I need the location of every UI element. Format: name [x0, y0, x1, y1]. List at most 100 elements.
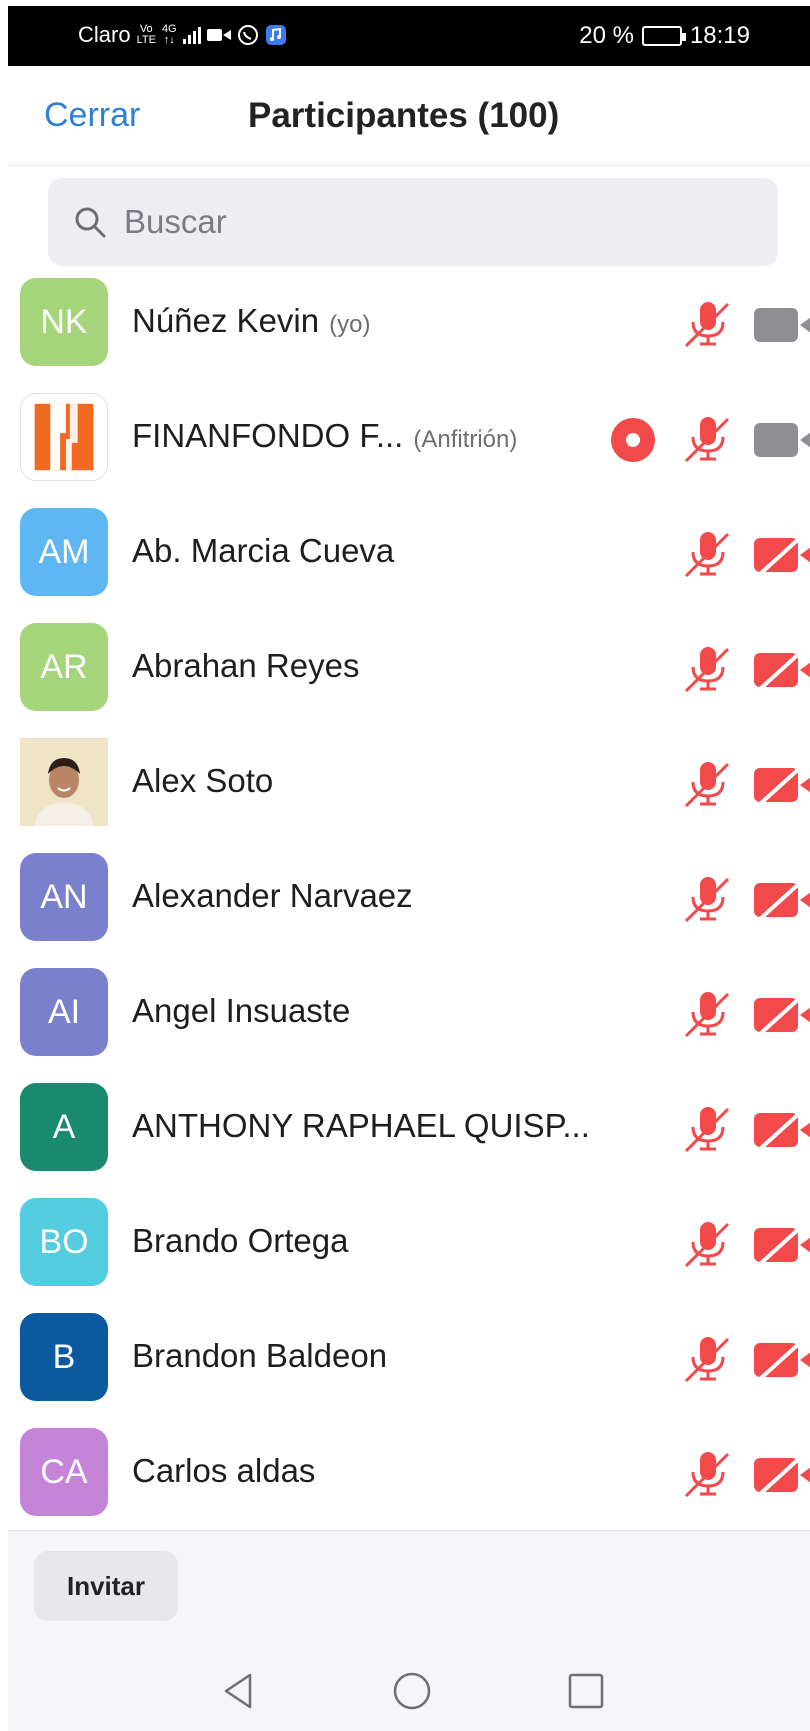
participant-name-text: ANTHONY RAPHAEL QUISP...	[132, 1107, 590, 1144]
participant-name: Abrahan Reyes	[132, 647, 359, 685]
mic-muted-icon	[680, 641, 736, 697]
mic-muted-icon	[680, 1101, 736, 1157]
avatar: AI	[20, 968, 108, 1056]
avatar: AM	[20, 508, 108, 596]
participant-name: Brandon Baldeon	[132, 1337, 387, 1375]
participant-row[interactable]: FINANFONDO F... (Anfitrión)	[0, 381, 810, 496]
avatar	[20, 738, 108, 826]
camera-off-icon	[752, 1109, 810, 1151]
avatar: CA	[20, 1428, 108, 1516]
back-nav-icon[interactable]	[220, 1671, 260, 1711]
participant-name-text: Angel Insuaste	[132, 992, 351, 1029]
camera-off-icon	[752, 1454, 810, 1496]
participant-row[interactable]: CA Carlos aldas	[0, 1416, 810, 1530]
header: Cerrar Participantes (100)	[8, 66, 810, 166]
mic-muted-icon	[680, 1331, 736, 1387]
profile-photo-icon	[20, 738, 108, 826]
participant-name-text: Núñez Kevin	[132, 302, 320, 339]
mic-muted-icon	[680, 1446, 736, 1502]
participant-row[interactable]: NK Núñez Kevin (yo)	[0, 278, 810, 381]
participant-role: (Anfitrión)	[413, 426, 518, 453]
home-nav-icon[interactable]	[392, 1671, 432, 1711]
battery-icon	[641, 26, 686, 46]
invite-button[interactable]: Invitar	[34, 1551, 178, 1621]
participant-row[interactable]: A ANTHONY RAPHAEL QUISP...	[0, 1071, 810, 1186]
avatar: AR	[20, 623, 108, 711]
avatar-initials: AM	[38, 532, 90, 571]
participant-row[interactable]: AN Alexander Narvaez	[0, 841, 810, 956]
participant-row[interactable]: AI Angel Insuaste	[0, 956, 810, 1071]
search-icon	[75, 207, 106, 238]
participant-name: Ab. Marcia Cueva	[132, 532, 394, 570]
volte-indicator: Vo LTE	[136, 23, 156, 46]
avatar: NK	[20, 278, 108, 366]
avatar-initials: NK	[40, 302, 88, 341]
participant-name: ANTHONY RAPHAEL QUISP...	[132, 1107, 590, 1145]
participant-list[interactable]: NK Núñez Kevin (yo) FINANFONDO F... (Anfitri…	[0, 278, 810, 1530]
camera-icon	[752, 419, 810, 461]
participant-name: Núñez Kevin (yo)	[132, 302, 370, 340]
mic-muted-icon	[680, 871, 736, 927]
avatar	[20, 393, 108, 481]
participant-name-text: Ab. Marcia Cueva	[132, 532, 395, 569]
network-indicator: 4G ↑↓	[161, 23, 177, 46]
participant-name: Carlos aldas	[132, 1452, 315, 1490]
avatar-initials: AN	[40, 877, 88, 916]
camera-off-icon	[752, 764, 810, 806]
avatar: AN	[20, 853, 108, 941]
participant-name-text: Brando Ortega	[132, 1222, 349, 1259]
participant-name: Alex Soto	[132, 762, 273, 800]
participant-row[interactable]: BO Brando Ortega	[0, 1186, 810, 1301]
camera-off-icon	[752, 649, 810, 691]
camera-off-icon	[752, 994, 810, 1036]
participant-name-text: FINANFONDO F...	[132, 417, 404, 454]
participant-name: Alexander Narvaez	[132, 877, 413, 915]
avatar-initials: AI	[47, 992, 81, 1031]
avatar-initials: CA	[40, 1452, 88, 1491]
recording-icon	[610, 417, 656, 463]
clock: 18:19	[689, 22, 750, 49]
status-left: Claro Vo LTE 4G ↑↓	[78, 22, 287, 48]
participant-name-text: Brandon Baldeon	[132, 1337, 388, 1374]
camera-off-icon	[752, 879, 810, 921]
mic-muted-icon	[680, 526, 736, 582]
avatar-initials: B	[52, 1337, 76, 1376]
avatar-initials: A	[52, 1107, 76, 1146]
recents-nav-icon[interactable]	[566, 1671, 606, 1711]
status-right: 20 % 18:19	[579, 22, 750, 50]
participant-row[interactable]: AM Ab. Marcia Cueva	[0, 496, 810, 611]
camera-icon	[752, 304, 810, 346]
avatar: B	[20, 1313, 108, 1401]
participant-row[interactable]: Alex Soto	[0, 726, 810, 841]
finanfondo-logo-icon	[34, 403, 94, 471]
music-app-icon	[265, 25, 286, 45]
participant-row[interactable]: B Brandon Baldeon	[0, 1301, 810, 1416]
mic-muted-icon	[680, 296, 736, 352]
participant-name: FINANFONDO F... (Anfitrión)	[132, 417, 517, 455]
avatar-initials: BO	[39, 1222, 89, 1261]
camera-off-icon	[752, 534, 810, 576]
search-input[interactable]	[124, 178, 744, 266]
participant-name: Angel Insuaste	[132, 992, 350, 1030]
participant-row[interactable]: AR Abrahan Reyes	[0, 611, 810, 726]
participant-name-text: Alex Soto	[132, 762, 274, 799]
participant-role: (yo)	[329, 311, 371, 338]
close-button[interactable]: Cerrar	[44, 96, 140, 135]
battery-percent: 20 %	[579, 22, 634, 49]
search-bar[interactable]	[48, 178, 778, 266]
mic-muted-icon	[680, 756, 736, 812]
video-call-icon	[206, 29, 231, 41]
bottom-bar: Invitar	[8, 1530, 810, 1731]
avatar-initials: AR	[40, 647, 88, 686]
avatar: A	[20, 1083, 108, 1171]
status-bar: Claro Vo LTE 4G ↑↓ 20 % 18:19	[0, 0, 810, 68]
whatsapp-icon	[237, 25, 258, 45]
mic-muted-icon	[680, 986, 736, 1042]
participant-name-text: Carlos aldas	[132, 1452, 316, 1489]
avatar: BO	[20, 1198, 108, 1286]
participant-name: Brando Ortega	[132, 1222, 348, 1260]
signal-icon	[182, 26, 201, 44]
mic-muted-icon	[680, 411, 736, 467]
camera-off-icon	[752, 1224, 810, 1266]
navigation-bar	[8, 1671, 810, 1721]
